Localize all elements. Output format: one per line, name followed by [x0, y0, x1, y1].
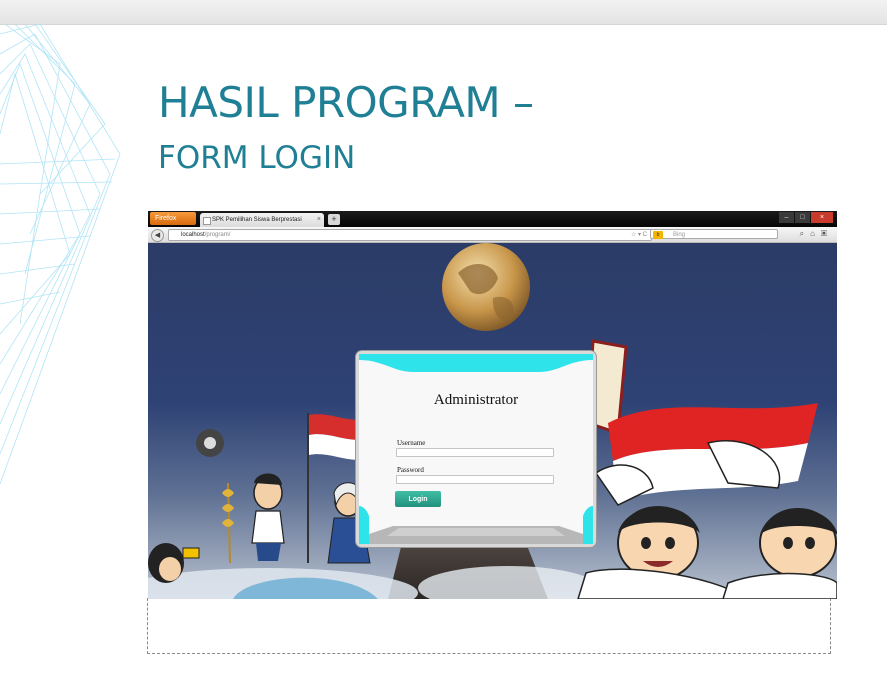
- browser-nav-bar: ◀ localhost/program/ ☆ ▾ C b Bing ⌕⌂▣: [148, 227, 837, 243]
- top-window-strip: [0, 0, 887, 25]
- search-icon[interactable]: ⌕: [800, 229, 810, 238]
- browser-screenshot: Firefox SPK Pemilihan Siswa Berprestasi …: [148, 211, 837, 599]
- login-button[interactable]: Login: [395, 491, 441, 507]
- search-bar[interactable]: b Bing: [650, 229, 778, 239]
- addons-icon[interactable]: ▣: [821, 229, 833, 238]
- toolbar-icons: ⌕⌂▣: [800, 229, 833, 239]
- page-favicon-icon: [203, 217, 211, 225]
- slide-subtitle: FORM LOGIN: [158, 140, 356, 176]
- minimize-icon[interactable]: –: [779, 212, 794, 223]
- panel-top-accent: [359, 354, 593, 372]
- password-label: Password: [397, 466, 424, 474]
- username-label: Username: [397, 439, 426, 447]
- decorative-lines: [0, 24, 121, 484]
- content-placeholder-frame: [147, 598, 831, 654]
- login-title: Administrator: [433, 392, 519, 408]
- login-page: Administrator Username Password Login: [148, 243, 837, 599]
- tab-close-icon[interactable]: ×: [317, 213, 321, 227]
- search-engine-icon[interactable]: b: [653, 231, 663, 239]
- firefox-menu-button[interactable]: Firefox: [150, 212, 196, 225]
- browser-tab[interactable]: SPK Pemilihan Siswa Berprestasi ×: [200, 213, 324, 227]
- url-path: /program/: [204, 232, 231, 238]
- login-panel: Administrator Username Password Login: [359, 354, 593, 544]
- home-icon[interactable]: ⌂: [810, 229, 821, 238]
- username-field[interactable]: [396, 448, 554, 457]
- bookmark-star-icon[interactable]: ☆ ▾ C: [631, 230, 647, 240]
- maximize-icon[interactable]: □: [795, 212, 810, 223]
- slide-title: HASIL PROGRAM –: [158, 78, 534, 127]
- browser-tab-bar: Firefox SPK Pemilihan Siswa Berprestasi …: [148, 211, 837, 227]
- window-close-icon[interactable]: ×: [811, 212, 833, 223]
- tab-title: SPK Pemilihan Siswa Berprestasi: [212, 217, 302, 223]
- search-placeholder: Bing: [673, 232, 686, 238]
- url-host: localhost: [181, 232, 205, 238]
- panel-bottom-accent: [359, 506, 593, 544]
- password-field[interactable]: [396, 475, 554, 484]
- address-bar[interactable]: localhost/program/ ☆ ▾ C: [168, 229, 652, 241]
- back-button[interactable]: ◀: [151, 229, 164, 242]
- window-controls: – □ ×: [778, 212, 833, 224]
- new-tab-button[interactable]: +: [328, 214, 340, 225]
